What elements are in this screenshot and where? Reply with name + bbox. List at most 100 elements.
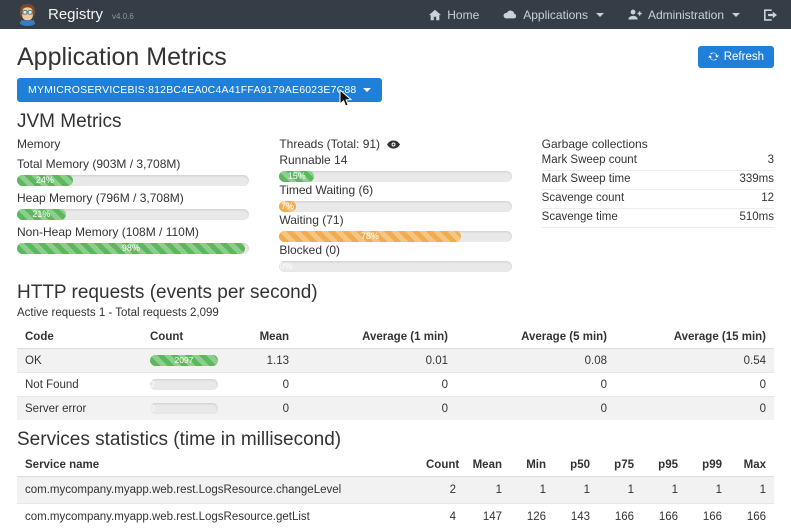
cell-avg-15min: 0.54 [615,349,774,373]
nav-item-administration[interactable]: Administration [628,8,740,22]
gc-row: Scavenge time510ms [542,209,774,228]
gc-row: Scavenge count 12 [542,190,774,209]
count-progress-track: 0 [150,403,218,414]
threads-column: Threads (Total: 91) Runnable 1415%Timed … [279,137,511,273]
count-value-label: 2097 [175,355,194,365]
thread-metric-label: Waiting (71) [279,214,511,227]
progress-percent-label: 24% [36,175,54,185]
eye-icon[interactable] [387,137,400,152]
instance-selector-label: MYMICROSERVICEBIS:812BC4EA0C4A41FFA9179A… [28,84,356,96]
cell-avg-15min: 0 [615,397,774,421]
count-progress-track: 2097 [150,355,218,366]
cell-avg-1min: 0.01 [297,349,456,373]
cell-count: 2 [418,477,464,504]
http-column-header: Average (1 min) [297,326,456,349]
gc-row-value: 12 [761,192,774,205]
cell-service-name: com.mycompany.myapp.web.rest.LogsResourc… [17,477,418,504]
memory-progress-bar: 98% [17,243,245,254]
cell-min: 1 [510,477,554,504]
instance-selector-dropdown[interactable]: MYMICROSERVICEBIS:812BC4EA0C4A41FFA9179A… [17,78,382,102]
cell-code: Not Found [17,373,142,397]
memory-title: Memory [17,137,249,152]
progress-percent-label: 0% [279,261,292,271]
progress-percent-label: 7% [281,201,294,211]
gc-row-value: 339ms [739,173,774,186]
http-table-row: OK20971.130.010.080.54 [17,349,774,373]
cell-p50: 1 [554,477,598,504]
nav-item-label: Applications [523,8,588,22]
chevron-down-icon [363,88,371,92]
main-content: Application Metrics Refresh MYMICROSERVI… [0,43,791,530]
cell-count: 2 [142,373,242,397]
services-statistics-heading: Services statistics (time in millisecond… [17,429,774,451]
progress-percent-label: 98% [122,243,140,253]
progress-percent-label: 78% [361,231,379,241]
count-value-label: 0 [150,403,155,413]
memory-progress-track: 21% [17,209,249,220]
threads-title: Threads (Total: 91) [279,137,380,152]
service-table-row: com.mycompany.myapp.web.rest.LogsResourc… [17,477,774,504]
memory-progress-bar: 24% [17,175,73,186]
refresh-icon [708,51,719,63]
cell-count: 0 [142,397,242,421]
home-icon [429,9,441,21]
cell-service-name: com.mycompany.myapp.web.rest.LogsResourc… [17,504,418,530]
services-column-header: Mean [464,454,510,477]
cell-count: 4 [418,504,464,530]
http-requests-heading: HTTP requests (events per second) [17,282,774,304]
page-title: Application Metrics [17,43,227,71]
gc-row-value: 3 [768,154,774,167]
nav-item-label: Administration [648,8,724,22]
app-title: Registry [48,6,103,23]
cell-code: OK [17,349,142,373]
cell-p50: 143 [554,504,598,530]
jvm-metrics-heading: JVM Metrics [17,111,774,133]
cell-p99: 1 [686,477,730,504]
services-column-header: Service name [17,454,418,477]
http-column-header: Count [142,326,242,349]
gc-row-label: Scavenge count [542,192,624,205]
cell-mean: 0 [242,373,297,397]
http-column-header: Average (15 min) [615,326,774,349]
thread-progress-bar: 15% [279,171,314,182]
progress-percent-label: 21% [32,209,50,219]
cell-count: 2097 [142,349,242,373]
cell-p95: 1 [642,477,686,504]
cell-mean: 0 [242,397,297,421]
nav-item-sign-out[interactable] [764,9,777,21]
thread-progress-track: 78% [279,231,511,242]
cell-code: Server error [17,397,142,421]
http-column-header: Mean [242,326,297,349]
cell-avg-5min: 0 [456,373,615,397]
gc-row-label: Mark Sweep count [542,154,637,167]
brand-link[interactable]: Registry v4.0.6 [16,3,134,26]
cell-max: 1 [730,477,774,504]
nav-item-home[interactable]: Home [429,8,479,22]
thread-progress-track: 0% [279,261,511,272]
refresh-button-label: Refresh [724,51,764,63]
refresh-button[interactable]: Refresh [698,46,774,68]
memory-column: Memory Total Memory (903M / 3,708M)24%He… [17,137,249,273]
services-column-header: Count [418,454,464,477]
memory-metric-label: Non-Heap Memory (108M / 110M) [17,226,249,239]
gc-row-value: 510ms [739,211,774,224]
services-column-header: p95 [642,454,686,477]
count-progress-bar: 2097 [150,355,218,366]
memory-progress-track: 98% [17,243,249,254]
http-table-header-row: CodeCountMeanAverage (1 min)Average (5 m… [17,326,774,349]
sign-out-icon [764,9,777,21]
nav-item-label: Home [447,8,479,22]
cell-p99: 166 [686,504,730,530]
services-column-header: p99 [686,454,730,477]
cell-max: 166 [730,504,774,530]
cell-p75: 166 [598,504,642,530]
cell-p75: 1 [598,477,642,504]
http-requests-table: CodeCountMeanAverage (1 min)Average (5 m… [17,326,774,420]
services-column-header: Max [730,454,774,477]
memory-progress-bar: 21% [17,209,66,220]
services-column-header: Min [510,454,554,477]
memory-metric-label: Total Memory (903M / 3,708M) [17,158,249,171]
thread-metric-label: Blocked (0) [279,244,511,257]
nav-item-applications[interactable]: Applications [503,8,604,22]
chevron-down-icon [596,13,604,17]
